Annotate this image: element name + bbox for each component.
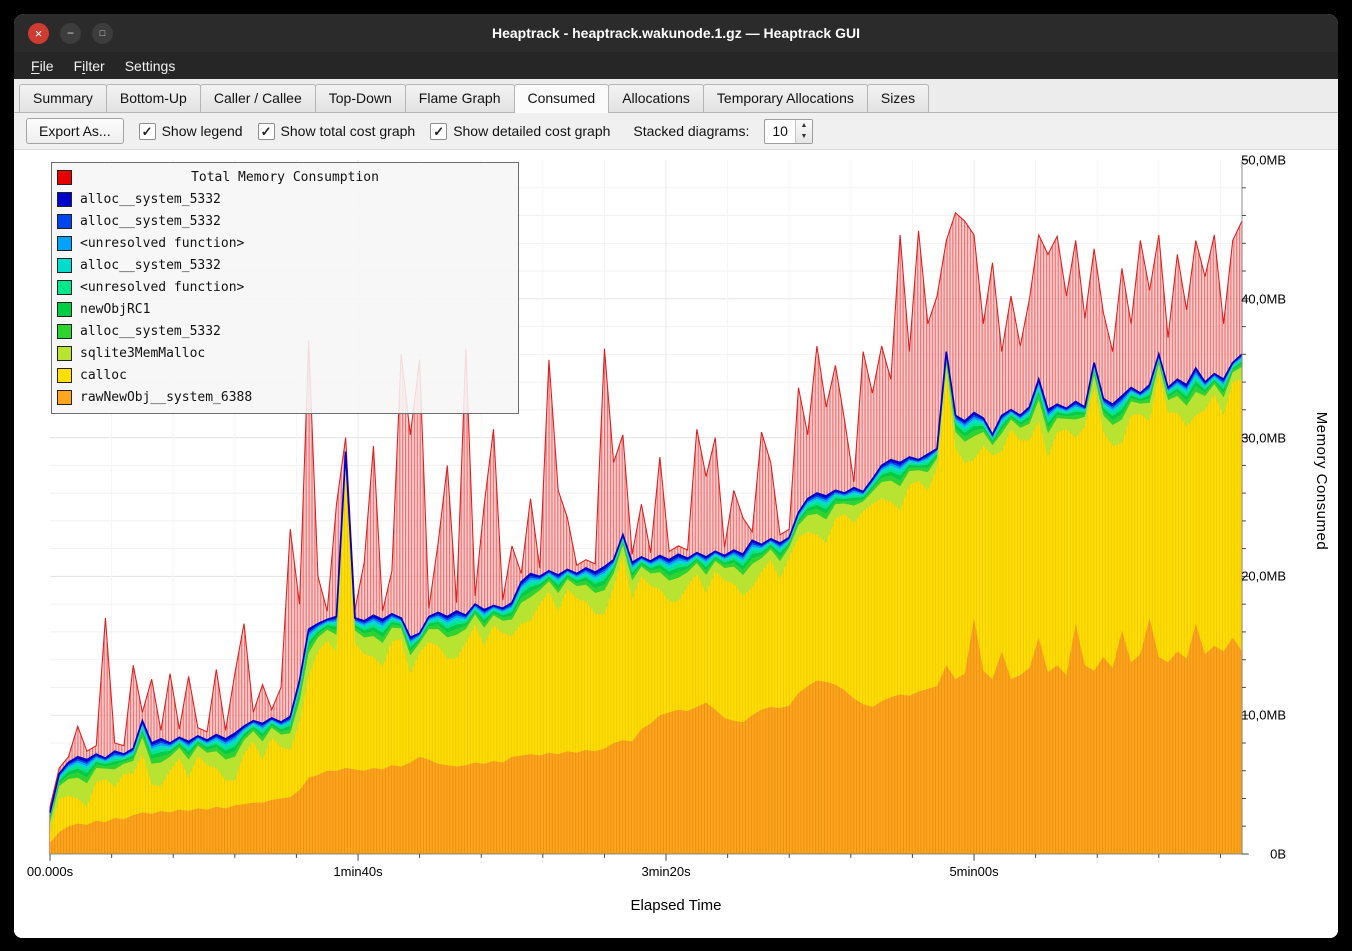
legend-swatch [57,390,72,405]
tab-top-down[interactable]: Top-Down [315,84,406,112]
x-axis-title: Elapsed Time [631,897,722,914]
toolbar: Export As... ✓ Show legend ✓ Show total cos… [14,113,1338,150]
export-as-button[interactable]: Export As... [26,118,124,144]
menu-file[interactable]: File [22,55,63,77]
close-icon[interactable]: × [28,23,49,44]
legend-label: <unresolved function> [80,236,244,251]
chart-legend: Total Memory Consumption alloc__system_5… [51,162,519,414]
y-tick-label: 20,0MB [1241,569,1286,584]
spinbox-arrows: ▲ ▼ [795,120,812,143]
legend-swatch [57,368,72,383]
spin-down-icon[interactable]: ▼ [796,131,812,143]
window-title: Heaptrack - heaptrack.wakunode.1.gz — He… [14,25,1338,41]
y-axis-title: Memory Consumed [1313,412,1330,550]
x-tick-label: 3min20s [641,864,690,879]
legend-label: calloc [80,368,127,383]
legend-swatch [57,302,72,317]
legend-label: alloc__system_5332 [80,258,221,273]
app-window: × − □ Heaptrack - heaptrack.wakunode.1.g… [14,14,1338,938]
legend-item: alloc__system_5332 [57,188,513,210]
title-bar[interactable]: × − □ Heaptrack - heaptrack.wakunode.1.g… [14,14,1338,52]
tab-flame-graph[interactable]: Flame Graph [405,84,515,112]
legend-title: Total Memory Consumption [57,170,513,185]
checkbox-label: Show legend [162,123,243,139]
legend-swatch [57,214,72,229]
legend-item: <unresolved function> [57,232,513,254]
window-controls: × − □ [28,14,113,52]
legend-swatch [57,192,72,207]
checkbox-check-icon: ✓ [139,123,156,140]
legend-swatch [57,346,72,361]
x-tick-label: 5min00s [949,864,998,879]
spinbox-value[interactable]: 10 [765,120,795,143]
tab-bottom-up[interactable]: Bottom-Up [106,84,201,112]
minimize-icon[interactable]: − [60,23,81,44]
maximize-icon[interactable]: □ [92,23,113,44]
legend-label: alloc__system_5332 [80,324,221,339]
legend-item: <unresolved function> [57,276,513,298]
checkbox-label: Show total cost graph [281,123,416,139]
legend-item: alloc__system_5332 [57,254,513,276]
tab-allocations[interactable]: Allocations [608,84,704,112]
x-tick-label: 00.000s [27,864,73,879]
legend-label: newObjRC1 [80,302,150,317]
checkbox-check-icon: ✓ [430,123,447,140]
checkbox-check-icon: ✓ [258,123,275,140]
legend-item: alloc__system_5332 [57,320,513,342]
legend-title-row: Total Memory Consumption [57,166,513,188]
legend-item: sqlite3MemMalloc [57,342,513,364]
tab-sizes[interactable]: Sizes [867,84,929,112]
y-tick-label: 40,0MB [1241,291,1286,306]
legend-item: alloc__system_5332 [57,210,513,232]
legend-label: rawNewObj__system_6388 [80,390,252,405]
x-tick-label: 1min40s [333,864,382,879]
y-tick-label: 50,0MB [1241,153,1286,168]
stacked-diagrams-label: Stacked diagrams: [633,123,749,139]
tab-bar: SummaryBottom-UpCaller / CalleeTop-DownF… [14,79,1338,113]
legend-label: sqlite3MemMalloc [80,346,205,361]
menu-filter[interactable]: Filter [65,55,114,77]
legend-swatch [57,258,72,273]
legend-label: alloc__system_5332 [80,192,221,207]
checkbox-show-total-cost-graph[interactable]: ✓ Show total cost graph [258,123,416,140]
menu-settings[interactable]: Settings [116,55,185,77]
legend-swatch [57,236,72,251]
checkbox-label: Show detailed cost graph [453,123,610,139]
legend-item: rawNewObj__system_6388 [57,386,513,408]
tab-temporary-allocations[interactable]: Temporary Allocations [703,84,868,112]
menu-bar: FileFilterSettings [14,52,1338,79]
checkbox-show-detailed-cost-graph[interactable]: ✓ Show detailed cost graph [430,123,610,140]
chart-panel: Total Memory Consumption alloc__system_5… [14,150,1338,938]
tab-consumed[interactable]: Consumed [514,84,610,113]
y-tick-label: 0B [1270,847,1286,862]
legend-item: calloc [57,364,513,386]
y-tick-label: 10,0MB [1241,708,1286,723]
legend-swatch [57,280,72,295]
tab-summary[interactable]: Summary [19,84,107,112]
legend-label: <unresolved function> [80,280,244,295]
legend-label: alloc__system_5332 [80,214,221,229]
y-tick-label: 30,0MB [1241,430,1286,445]
legend-swatch [57,324,72,339]
checkbox-show-legend[interactable]: ✓ Show legend [139,123,243,140]
stacked-diagrams-spinbox[interactable]: 10 ▲ ▼ [764,119,813,144]
tab-caller-callee[interactable]: Caller / Callee [200,84,316,112]
spin-up-icon[interactable]: ▲ [796,120,812,132]
legend-item: newObjRC1 [57,298,513,320]
